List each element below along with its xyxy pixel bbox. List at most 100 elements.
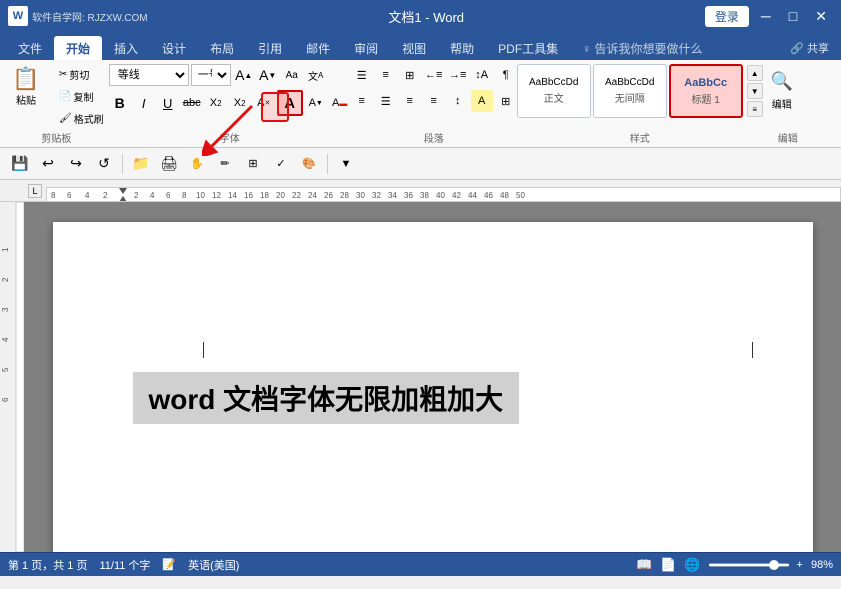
- document-text: word 文档字体无限加粗加大: [133, 372, 520, 424]
- ruler-inner: 8 6 4 2 2 4 6 8 10 12 14 16 18 20 22 24: [46, 180, 841, 201]
- tab-review[interactable]: 审阅: [342, 36, 390, 60]
- borders-button[interactable]: ⊞: [495, 90, 517, 112]
- format-painter-button[interactable]: 🖌 格式刷: [54, 108, 109, 129]
- svg-text:18: 18: [260, 191, 269, 200]
- style-scroll-up[interactable]: ▲: [747, 65, 763, 81]
- word-icon: W: [8, 6, 28, 26]
- find-button[interactable]: 🔍 编辑: [763, 64, 801, 118]
- paste-button[interactable]: 📋 粘贴: [4, 64, 48, 108]
- bullets-button[interactable]: ☰: [351, 64, 373, 86]
- tab-file[interactable]: 文件: [6, 36, 54, 60]
- quick-access-toolbar: 💾 ↩ ↪ ↺ 📁 🖨 ✋ ✏ ⊞ ✓ 🎨 ▼: [0, 148, 841, 180]
- svg-text:16: 16: [244, 191, 253, 200]
- cut-button[interactable]: ✂ 剪切: [54, 64, 109, 85]
- text-highlight-button[interactable]: A▼: [305, 92, 327, 114]
- clear-all-format-button[interactable]: A✕: [253, 92, 275, 114]
- tab-help[interactable]: 帮助: [438, 36, 486, 60]
- tab-references[interactable]: 引用: [246, 36, 294, 60]
- style-normal[interactable]: AaBbCcDd 正文: [517, 64, 591, 118]
- style-heading1[interactable]: AaBbCc 标题 1: [669, 64, 743, 118]
- style-expand[interactable]: ≡: [747, 101, 763, 117]
- svg-text:36: 36: [404, 191, 413, 200]
- align-center-button[interactable]: ☰: [375, 90, 397, 112]
- minimize-button[interactable]: ─: [755, 8, 777, 24]
- tab-search[interactable]: ♀ 告诉我你想要做什么: [570, 36, 714, 60]
- shrink-font-button[interactable]: A▼: [257, 64, 279, 86]
- tab-home[interactable]: 开始: [54, 36, 102, 60]
- tab-design[interactable]: 设计: [150, 36, 198, 60]
- qa-more-button[interactable]: ▼: [334, 152, 358, 176]
- copy-button[interactable]: 📄 复制: [54, 86, 109, 107]
- tab-view[interactable]: 视图: [390, 36, 438, 60]
- paragraph-group: ☰ ≡ ⊞ ←≡ →≡ ↕A ¶ ≡ ☰ ≡ ≡ ↕ A ⊞ 段落: [351, 64, 517, 147]
- decrease-indent-button[interactable]: ←≡: [423, 64, 445, 86]
- view-mode-web[interactable]: 🌐: [684, 557, 700, 573]
- show-marks-button[interactable]: ¶: [495, 64, 517, 86]
- phonetic-button[interactable]: 文A: [305, 64, 327, 86]
- qa-undo-button[interactable]: ↩: [36, 152, 60, 176]
- tab-layout[interactable]: 布局: [198, 36, 246, 60]
- ruler-corner[interactable]: L: [28, 184, 46, 198]
- align-right-button[interactable]: ≡: [399, 90, 421, 112]
- doc-content-area: word 文档字体无限加粗加大: [133, 372, 733, 424]
- line-spacing-button[interactable]: ↕: [447, 90, 469, 112]
- restore-button[interactable]: □: [783, 8, 803, 24]
- main-area: 1 2 3 4 5 6 word 文档字体无限加粗加大: [0, 202, 841, 552]
- paste-icon: 📋: [12, 66, 39, 92]
- qa-check-button[interactable]: ✓: [269, 152, 293, 176]
- paste-label: 粘贴: [16, 92, 36, 107]
- svg-text:10: 10: [196, 191, 205, 200]
- tab-pdf[interactable]: PDF工具集: [486, 36, 570, 60]
- view-mode-read[interactable]: 📖: [636, 557, 652, 573]
- shading-button[interactable]: A: [471, 90, 493, 112]
- svg-text:40: 40: [436, 191, 445, 200]
- justify-button[interactable]: ≡: [423, 90, 445, 112]
- close-button[interactable]: ✕: [809, 8, 833, 25]
- multilevel-button[interactable]: ⊞: [399, 64, 421, 86]
- qa-table-button[interactable]: ⊞: [241, 152, 265, 176]
- qa-save-button[interactable]: 💾: [8, 152, 32, 176]
- ribbon: 📋 粘贴 ✂ 剪切 📄 复制 🖌 格式刷 剪贴板: [0, 60, 841, 148]
- qa-open-button[interactable]: 📁: [129, 152, 153, 176]
- superscript-button[interactable]: X2: [229, 92, 251, 114]
- increase-indent-button[interactable]: →≡: [447, 64, 469, 86]
- styles-label: 样式: [517, 130, 763, 147]
- login-button[interactable]: 登录: [705, 6, 749, 27]
- italic-button[interactable]: I: [133, 92, 155, 114]
- zoom-slider[interactable]: [709, 563, 789, 567]
- tab-share[interactable]: 🔗 共享: [778, 36, 841, 60]
- grow-font-button[interactable]: A▲: [233, 64, 255, 86]
- svg-text:6: 6: [1, 397, 10, 402]
- font-family-select[interactable]: 等线: [109, 64, 189, 86]
- bold-button[interactable]: B: [109, 92, 131, 114]
- qa-redo2-button[interactable]: ↺: [92, 152, 116, 176]
- svg-text:4: 4: [85, 191, 90, 200]
- left-vertical-ruler: 1 2 3 4 5 6: [0, 202, 24, 552]
- qa-touch-button[interactable]: ✋: [185, 152, 209, 176]
- font-color-dropdown[interactable]: A▬: [329, 92, 351, 114]
- qa-separator-2: [327, 154, 328, 174]
- strikethrough-button[interactable]: abc: [181, 92, 203, 114]
- qa-draw-button[interactable]: ✏: [213, 152, 237, 176]
- underline-button[interactable]: U: [157, 92, 179, 114]
- qa-color-button[interactable]: 🎨: [297, 152, 321, 176]
- qa-redo-button[interactable]: ↪: [64, 152, 88, 176]
- view-mode-print[interactable]: 📄: [660, 557, 676, 573]
- page-info: 第 1 页，共 1 页: [8, 557, 87, 573]
- tab-insert[interactable]: 插入: [102, 36, 150, 60]
- title-bar: W 软件自学网: RJZXW.COM 文档1 - Word 登录 ─ □ ✕: [0, 0, 841, 32]
- font-size-select[interactable]: 一号: [191, 64, 231, 86]
- sort-button[interactable]: ↕A: [471, 64, 493, 86]
- style-scroll-down[interactable]: ▼: [747, 83, 763, 99]
- svg-text:26: 26: [324, 191, 333, 200]
- document-area[interactable]: word 文档字体无限加粗加大: [24, 202, 841, 552]
- clipboard-small-btns: ✂ 剪切 📄 复制 🖌 格式刷: [54, 64, 109, 129]
- tab-mailing[interactable]: 邮件: [294, 36, 342, 60]
- numbering-button[interactable]: ≡: [375, 64, 397, 86]
- clear-format-button[interactable]: Aa: [281, 64, 303, 86]
- subscript-button[interactable]: X2: [205, 92, 227, 114]
- align-left-button[interactable]: ≡: [351, 90, 373, 112]
- style-no-spacing[interactable]: AaBbCcDd 无间隔: [593, 64, 667, 118]
- font-color-button[interactable]: A: [277, 90, 303, 116]
- qa-print-button[interactable]: 🖨: [157, 152, 181, 176]
